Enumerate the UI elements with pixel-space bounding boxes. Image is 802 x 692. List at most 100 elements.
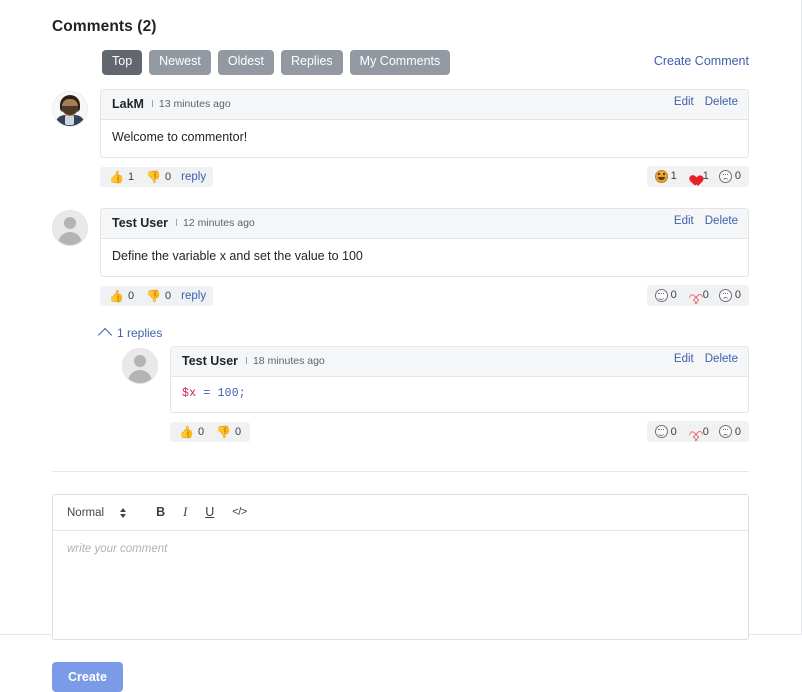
sad-outline-icon [718,169,732,183]
thumbs-down-icon: 👎 [146,169,162,184]
reaction-group: 1 1 0 [646,165,749,187]
reaction-sad-button[interactable]: 0 [714,423,746,440]
upvote-button[interactable]: 👍 0 [173,424,210,440]
comment-editor: Normal B I U </> write your comment [52,494,749,641]
downvote-button[interactable]: 👎 0 [210,424,247,440]
filter-tab-replies[interactable]: Replies [280,50,343,75]
filter-tab-my-comments[interactable]: My Comments [349,50,451,75]
edit-link[interactable]: Edit [674,353,694,365]
comment-action-bar: 👍 0 👎 0 0 0 0 [170,421,749,443]
filter-bar: Top Newest Oldest Replies My Comments Cr… [102,50,749,75]
comments-page: Comments (2) Top Newest Oldest Replies M… [0,0,802,692]
sad-outline-icon [718,425,732,439]
reply-item: Test User I 18 minutes ago Edit Delete $… [122,345,749,444]
upvote-count: 0 [197,426,205,439]
reaction-count: 0 [702,425,709,438]
reaction-sad-button[interactable]: 0 [714,287,746,304]
laugh-filled-icon [654,169,668,183]
reaction-laugh-button[interactable]: 1 [650,168,682,185]
create-comment-link[interactable]: Create Comment [654,54,749,68]
downvote-button[interactable]: 👎 0 [140,288,177,304]
upvote-count: 1 [127,170,135,183]
code-expression: = 100; [196,386,246,400]
comment-body: Welcome to commentor! [112,129,248,144]
reaction-smile-button[interactable]: 0 [650,287,682,304]
comment-content: Test User I 12 minutes ago Edit Delete D… [100,207,749,307]
filter-tab-newest[interactable]: Newest [149,50,211,75]
comment-body-code: $x = 100; [171,377,748,413]
comment-action-bar: 👍 0 👎 0 reply 0 0 0 [100,284,749,307]
upvote-count: 0 [127,289,135,302]
comment-item: Test User I 12 minutes ago Edit Delete D… [52,207,749,307]
comment-header: Test User I 18 minutes ago Edit Delete [171,346,748,377]
create-button[interactable]: Create [52,662,123,692]
replies-toggle-label: 1 replies [117,325,163,340]
comment-content: Test User I 18 minutes ago Edit Delete $… [170,345,749,444]
section-divider [52,471,749,473]
reply-link[interactable]: reply [181,290,206,302]
reaction-count: 0 [734,170,741,183]
vote-group: 👍 0 👎 0 [170,422,251,443]
thumbs-down-icon: 👎 [146,288,162,303]
meta-separator: I [245,355,248,367]
underline-button[interactable]: U [197,503,222,522]
downvote-count: 0 [165,289,172,302]
upvote-button[interactable]: 👍 1 [103,169,140,185]
comment-header: Test User I 12 minutes ago Edit Delete [101,208,748,239]
code-variable: $x [182,386,197,400]
reaction-heart-button[interactable]: 0 [682,423,714,440]
chevron-up-icon [97,327,113,342]
vote-group: 👍 1 👎 0 reply [100,166,214,187]
format-select[interactable]: Normal [65,505,130,521]
comment-card: LakM I 13 minutes ago Edit Delete Welcom… [100,88,749,158]
chevron-updown-icon [120,507,127,518]
heart-outline-icon [687,289,700,302]
reaction-smile-button[interactable]: 0 [650,423,682,440]
comment-header: LakM I 13 minutes ago Edit Delete [101,89,748,120]
reaction-heart-button[interactable]: 1 [682,168,714,185]
smile-outline-icon [654,288,668,302]
meta-separator: I [150,98,154,111]
downvote-button[interactable]: 👎 0 [140,169,177,185]
bold-button[interactable]: B [148,503,173,522]
format-select-value: Normal [67,506,105,519]
delete-link[interactable]: Delete [705,215,738,227]
comment-timestamp: 13 minutes ago [158,98,231,111]
reply-link[interactable]: reply [181,171,206,183]
upvote-button[interactable]: 👍 0 [103,288,140,304]
editor-toolbar: Normal B I U </> [53,495,748,532]
reaction-count: 0 [734,425,741,438]
thumbs-up-icon: 👍 [179,425,194,440]
comment-header-actions: Edit Delete [674,353,738,365]
filter-tab-oldest[interactable]: Oldest [217,50,274,75]
reaction-count: 1 [702,170,709,183]
avatar [52,209,88,246]
reaction-count: 0 [670,425,677,438]
code-block-button[interactable]: </> [224,504,254,521]
comment-input[interactable]: write your comment [53,531,748,639]
comment-content: LakM I 13 minutes ago Edit Delete Welcom… [100,88,749,188]
edit-link[interactable]: Edit [674,215,694,227]
comment-body: Define the variable x and set the value … [112,248,363,263]
comment-action-bar: 👍 1 👎 0 reply 1 1 0 [100,165,749,188]
heart-filled-icon [687,170,700,183]
filter-tab-top[interactable]: Top [102,50,143,75]
downvote-count: 0 [165,170,172,183]
avatar [52,90,88,127]
reaction-count: 1 [670,170,677,183]
thumbs-down-icon: 👎 [216,425,232,440]
reaction-count: 0 [670,289,677,301]
heart-outline-icon [687,425,700,438]
reaction-sad-button[interactable]: 0 [714,168,746,185]
comment-timestamp: 18 minutes ago [252,355,325,367]
edit-link[interactable]: Edit [674,96,694,108]
reaction-count: 0 [702,289,709,301]
delete-link[interactable]: Delete [705,353,738,365]
replies-toggle[interactable]: 1 replies [97,325,163,342]
italic-button[interactable]: I [175,503,195,522]
reaction-heart-button[interactable]: 0 [682,287,714,304]
comment-timestamp: 12 minutes ago [182,217,255,230]
delete-link[interactable]: Delete [705,96,738,108]
comment-author: Test User [182,354,239,368]
smile-outline-icon [654,425,668,439]
